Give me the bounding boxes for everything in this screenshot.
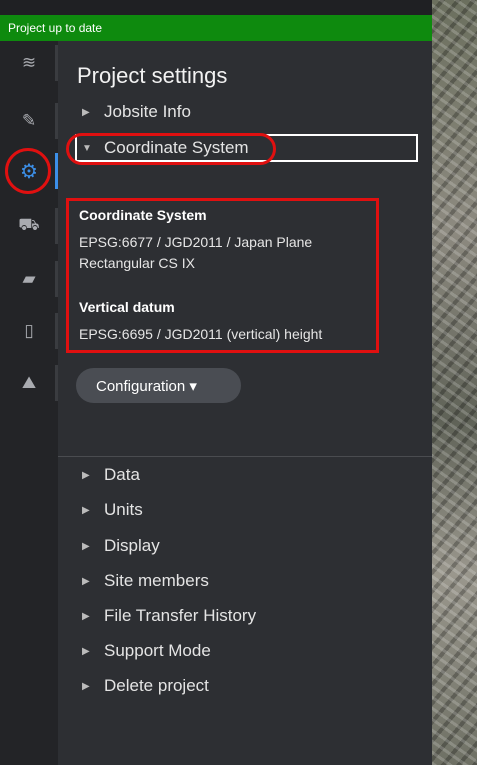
- coordinate-info-box: Coordinate System EPSG:6677 / JGD2011 / …: [66, 198, 379, 353]
- section-label: Jobsite Info: [104, 102, 191, 121]
- chevron-right-icon: ▶: [82, 645, 90, 657]
- chevron-right-icon: ▶: [82, 575, 90, 587]
- status-bar: Project up to date: [0, 15, 432, 41]
- section-label: Coordinate System: [104, 138, 249, 157]
- cs-label: Coordinate System: [79, 207, 207, 223]
- chevron-right-icon: ▶: [82, 540, 90, 552]
- section-label: Units: [104, 500, 143, 519]
- section-delete-project[interactable]: ▶ Delete project: [82, 672, 209, 700]
- section-file-transfer-history[interactable]: ▶ File Transfer History: [82, 602, 256, 630]
- folder-icon: ▰: [22, 269, 36, 288]
- section-site-members[interactable]: ▶ Site members: [82, 567, 209, 595]
- map-view[interactable]: [432, 0, 477, 765]
- device-icon: ▯: [24, 321, 34, 340]
- section-label: Site members: [104, 571, 209, 590]
- chevron-right-icon: ▶: [82, 680, 90, 692]
- section-display[interactable]: ▶ Display: [82, 532, 160, 560]
- section-support-mode[interactable]: ▶ Support Mode: [82, 637, 211, 665]
- sidebar-item-files[interactable]: ▰: [0, 257, 58, 301]
- section-label: File Transfer History: [104, 606, 257, 625]
- highlight-circle: [5, 148, 51, 194]
- settings-panel: Project settings ▶ Jobsite Info ▼ Coordi…: [58, 41, 432, 765]
- cs-value: EPSG:6677 / JGD2011 / Japan Plane Rectan…: [79, 234, 313, 271]
- tools-icon: ✎: [21, 111, 37, 130]
- page-title: Project settings: [77, 63, 228, 88]
- sidebar-item-machines[interactable]: ⛟: [0, 204, 58, 248]
- chevron-right-icon: ▶: [82, 469, 90, 481]
- sidebar-item-maps[interactable]: ⛰: [0, 361, 58, 405]
- chevron-right-icon: ▶: [82, 106, 90, 118]
- vd-label: Vertical datum: [79, 299, 175, 315]
- configuration-button[interactable]: Configuration ▾: [76, 368, 241, 403]
- section-label: Delete project: [104, 676, 209, 695]
- chevron-right-icon: ▶: [82, 504, 90, 516]
- section-label: Data: [104, 465, 140, 484]
- section-units[interactable]: ▶ Units: [82, 496, 143, 524]
- sidebar-item-devices[interactable]: ▯: [0, 309, 58, 353]
- section-label: Display: [104, 536, 160, 555]
- sidebar-item-layers[interactable]: ≋: [0, 41, 58, 85]
- chevron-right-icon: ▶: [82, 610, 90, 622]
- layers-icon: ≋: [21, 53, 37, 72]
- vd-value: EPSG:6695 / JGD2011 (vertical) height: [79, 326, 323, 342]
- section-jobsite-info[interactable]: ▶ Jobsite Info: [82, 98, 191, 126]
- section-label: Support Mode: [104, 641, 211, 660]
- chevron-down-icon: ▼: [82, 142, 92, 154]
- section-data[interactable]: ▶ Data: [82, 461, 140, 489]
- sidebar-item-tools[interactable]: ✎: [0, 99, 58, 143]
- vehicle-icon: ⛟: [18, 215, 40, 234]
- divider: [58, 456, 432, 457]
- section-coordinate-system[interactable]: ▼ Coordinate System: [82, 134, 249, 162]
- top-bar: [0, 0, 432, 15]
- map-icon: ⛰: [21, 373, 37, 392]
